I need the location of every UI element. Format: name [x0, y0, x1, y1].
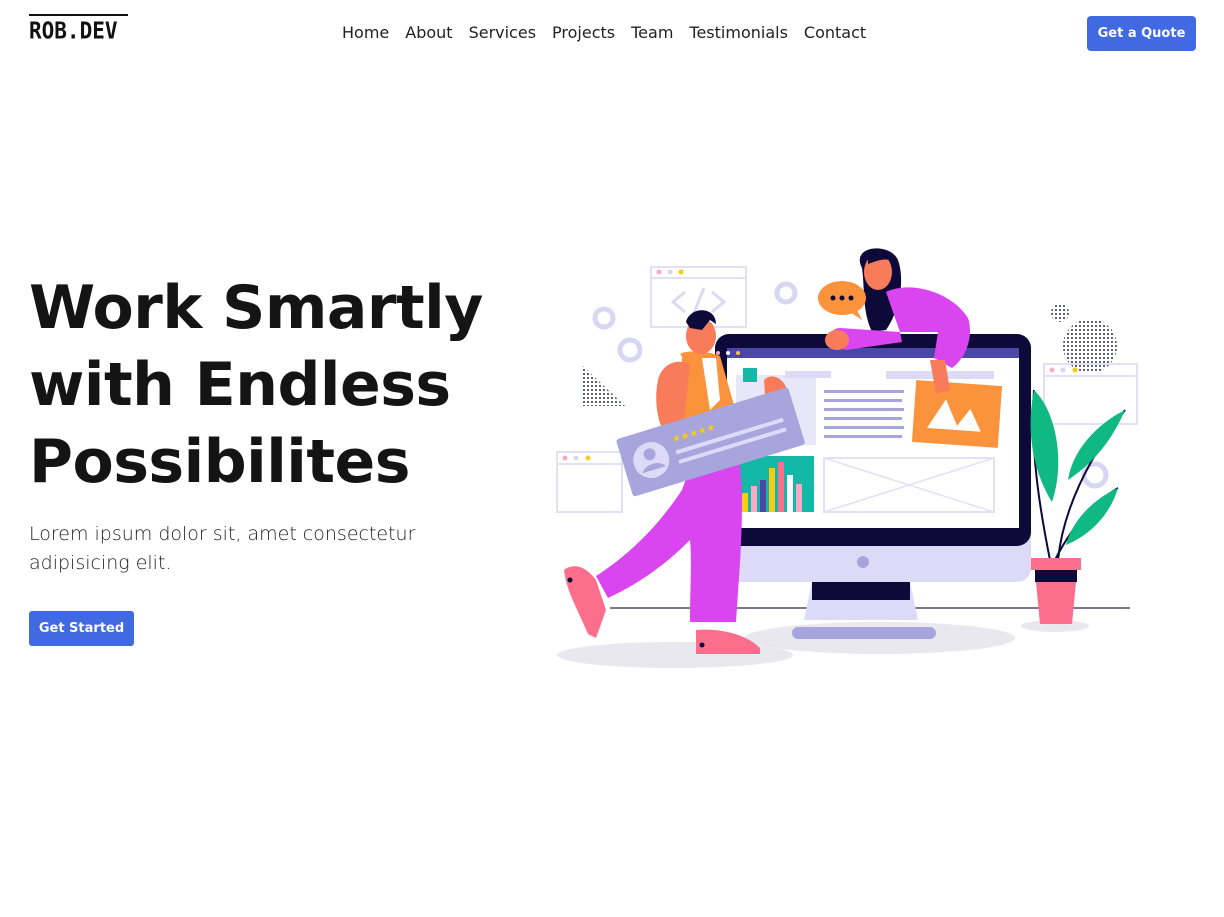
hero-title-line-3: Possibilites [29, 427, 410, 497]
speech-bubble-icon [818, 281, 866, 320]
dotted-triangle-icon [582, 365, 625, 406]
monitor [715, 334, 1031, 639]
plant-icon [1030, 389, 1126, 624]
nav-link-contact[interactable]: Contact [804, 22, 866, 44]
brand-logo[interactable]: ROB.DEV [29, 14, 128, 44]
hero-title: Work Smartly with Endless Possibilites [29, 270, 509, 501]
window-left-icon [556, 451, 623, 513]
nav-link-projects[interactable]: Projects [552, 22, 615, 44]
navbar: ROB.DEV Home About Services Projects Tea… [0, 0, 1224, 68]
developer-team-illustration: ★★★★★ [556, 248, 1138, 668]
dotted-circle-large-icon [1063, 319, 1117, 373]
hero-subtitle: Lorem ipsum dolor sit, amet consectetur … [29, 523, 416, 574]
nav-link-home[interactable]: Home [342, 22, 389, 44]
hero-title-line-1: Work Smartly [29, 273, 483, 343]
nav-link-testimonials[interactable]: Testimonials [689, 22, 788, 44]
main-menu: Home About Services Projects Team Testim… [342, 22, 866, 44]
nav-link-services[interactable]: Services [469, 22, 536, 44]
dotted-circle-small-icon [1051, 304, 1069, 322]
nav-link-about[interactable]: About [405, 22, 452, 44]
get-a-quote-button[interactable]: Get a Quote [1087, 16, 1196, 51]
logo-text: ROB.DEV [29, 18, 118, 44]
get-started-button[interactable]: Get Started [29, 611, 134, 646]
hero-title-line-2: with Endless [29, 350, 451, 420]
logo-bar [29, 14, 128, 16]
nav-link-team[interactable]: Team [631, 22, 673, 44]
image-card-icon [911, 380, 1003, 448]
window-right-icon [1043, 363, 1138, 425]
